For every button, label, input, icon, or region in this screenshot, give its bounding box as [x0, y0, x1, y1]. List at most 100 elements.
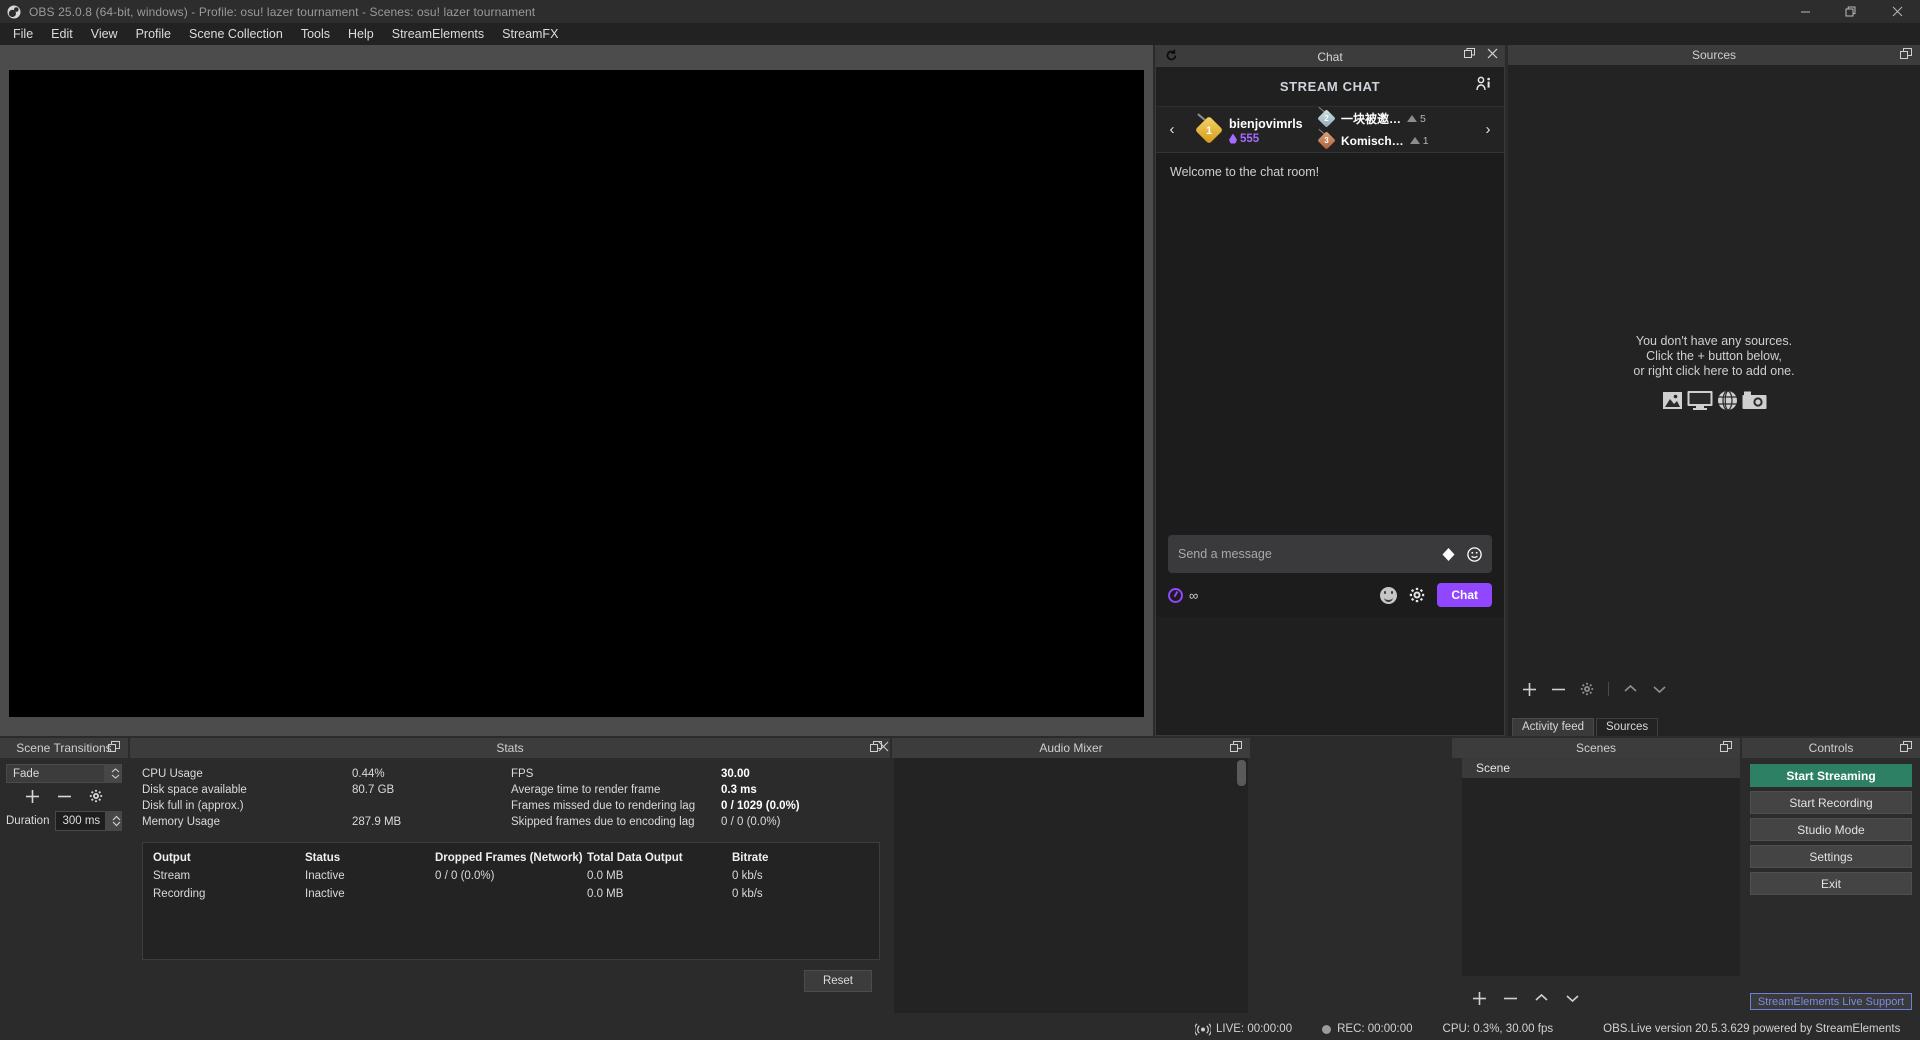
scenes-list[interactable]: Scene [1462, 758, 1740, 976]
move-scene-up-icon[interactable] [1534, 992, 1549, 1004]
duration-label: Duration [6, 815, 50, 827]
menu-tools[interactable]: Tools [292, 24, 339, 44]
streamelements-live-support-button[interactable]: StreamElements Live Support [1750, 993, 1912, 1010]
menu-view[interactable]: View [82, 24, 127, 44]
remove-source-icon[interactable] [1551, 682, 1566, 697]
leaderboard-row-score: 5 [1407, 113, 1426, 125]
leaderboard-top-user[interactable]: 1 bienjovimrls 555 [1182, 112, 1314, 145]
sources-dock-titlebar: Sources [1508, 45, 1920, 65]
display-icon [1687, 390, 1713, 411]
leaderboard-prev-button[interactable]: ‹ [1162, 121, 1182, 138]
start-recording-button[interactable]: Start Recording [1750, 791, 1912, 814]
audio-mixer-scrollbar[interactable] [1237, 760, 1246, 786]
menu-streamelements[interactable]: StreamElements [383, 24, 493, 44]
image-icon [1662, 390, 1683, 411]
minimize-icon[interactable] [1782, 0, 1828, 23]
chat-settings-gear-icon[interactable] [1409, 587, 1425, 603]
audio-mixer-dock: Audio Mixer [892, 738, 1250, 1015]
scenes-dock-titlebar: Scenes [1452, 738, 1740, 758]
reload-icon[interactable] [1165, 49, 1178, 62]
stat-row: Memory Usage 287.9 MB [142, 816, 402, 828]
transition-properties-gear-icon[interactable] [89, 789, 103, 804]
window-titlebar: OBS 25.0.8 (64-bit, windows) - Profile: … [0, 0, 1920, 23]
leaderboard-row[interactable]: 3 Komisch… 1 [1317, 128, 1478, 150]
table-header-row: Output Status Dropped Frames (Network) T… [153, 852, 769, 864]
studio-mode-button[interactable]: Studio Mode [1750, 818, 1912, 841]
sources-float-icon[interactable] [1900, 48, 1912, 60]
leaderboard-others: 2 一块被邀… 5 3 Komisch… 1 [1314, 106, 1478, 150]
scene-transitions-titlebar: Scene Transitions [0, 738, 128, 758]
move-source-down-icon[interactable] [1652, 683, 1667, 695]
stat-row: Skipped frames due to encoding lag 0 / 0… [511, 816, 781, 828]
chat-message-input[interactable]: Send a message [1168, 535, 1492, 573]
remove-transition-icon[interactable] [57, 789, 72, 804]
move-source-up-icon[interactable] [1623, 683, 1638, 695]
menu-file[interactable]: File [4, 24, 42, 44]
transition-select-arrows-icon[interactable] [104, 764, 121, 783]
audio-mixer-title: Audio Mixer [1039, 741, 1103, 755]
record-dot-icon [1322, 1024, 1332, 1034]
viewers-icon[interactable] [1476, 76, 1492, 91]
chat-float-icon[interactable] [1464, 48, 1475, 59]
stats-dock-title: Stats [496, 741, 524, 755]
scene-list-item[interactable]: Scene [1462, 758, 1740, 778]
controls-float-icon[interactable] [1900, 741, 1912, 753]
stats-reset-button[interactable]: Reset [803, 970, 872, 992]
scenes-dock-title: Scenes [1575, 741, 1617, 755]
chat-input-placeholder: Send a message [1178, 547, 1272, 561]
sources-empty-state[interactable]: You don't have any sources. Click the + … [1508, 65, 1920, 680]
menubar: File Edit View Profile Scene Collection … [0, 23, 1920, 45]
scene-transitions-float-icon[interactable] [108, 741, 120, 753]
chat-close-icon[interactable] [1487, 48, 1498, 59]
source-properties-gear-icon[interactable] [1580, 682, 1594, 696]
rec-status: REC: 00:00:00 [1322, 1023, 1413, 1035]
add-transition-icon[interactable] [25, 789, 40, 804]
add-source-icon[interactable] [1522, 682, 1537, 697]
add-scene-icon[interactable] [1472, 991, 1487, 1006]
duration-stepper-icon[interactable] [105, 811, 122, 831]
stats-dock: Stats CPU Usage 0.44% Disk space availab… [130, 738, 890, 1015]
sources-toolbar [1508, 678, 1920, 700]
transition-select[interactable]: Fade [6, 764, 122, 783]
remove-scene-icon[interactable] [1503, 991, 1518, 1006]
leaderboard-row-name: Komisch… [1341, 133, 1404, 148]
preview-canvas[interactable] [9, 70, 1144, 717]
emoji-picker-icon[interactable] [1380, 586, 1398, 604]
exit-button[interactable]: Exit [1750, 872, 1912, 895]
tab-activity-feed[interactable]: Activity feed [1512, 718, 1594, 736]
cpu-fps-status: CPU: 0.3%, 30.00 fps [1442, 1023, 1554, 1035]
menu-edit[interactable]: Edit [42, 24, 82, 44]
duration-input[interactable]: 300 ms [55, 811, 122, 831]
maximize-icon[interactable] [1828, 0, 1874, 23]
audio-mixer-float-icon[interactable] [1230, 741, 1242, 753]
preview-area[interactable] [0, 45, 1153, 736]
stat-row: FPS 30.00 [511, 768, 750, 780]
stream-chat-title: STREAM CHAT [1279, 79, 1381, 94]
audio-mixer-list[interactable] [894, 758, 1248, 1013]
leaderboard-row[interactable]: 2 一块被邀… 5 [1317, 106, 1478, 128]
tab-sources[interactable]: Sources [1596, 718, 1659, 736]
chat-send-button[interactable]: Chat [1437, 583, 1492, 607]
scenes-toolbar [1462, 987, 1740, 1009]
stats-output-table: Output Status Dropped Frames (Network) T… [142, 842, 880, 960]
menu-scene-collection[interactable]: Scene Collection [180, 24, 292, 44]
settings-button[interactable]: Settings [1750, 845, 1912, 868]
live-status: LIVE: 00:00:00 [1195, 1022, 1293, 1036]
live-time: LIVE: 00:00:00 [1216, 1023, 1293, 1035]
sources-empty-line-1: You don't have any sources. [1635, 334, 1793, 348]
stats-dock-titlebar: Stats [130, 738, 890, 758]
bits-diamond-icon[interactable] [1441, 547, 1456, 562]
menu-profile[interactable]: Profile [127, 24, 180, 44]
menu-help[interactable]: Help [339, 24, 383, 44]
timer-circle-icon [1168, 587, 1183, 603]
menu-streamfx[interactable]: StreamFX [493, 24, 567, 44]
camera-icon [1742, 390, 1767, 411]
emote-circle-icon[interactable] [1467, 546, 1482, 562]
chat-bits-indicator[interactable]: ∞ [1168, 587, 1198, 603]
scenes-float-icon[interactable] [1720, 741, 1732, 753]
start-streaming-button[interactable]: Start Streaming [1750, 764, 1912, 787]
move-scene-down-icon[interactable] [1565, 992, 1580, 1004]
leaderboard-next-button[interactable]: › [1478, 121, 1498, 138]
stats-close-icon[interactable] [877, 740, 890, 753]
close-icon[interactable] [1874, 0, 1920, 23]
